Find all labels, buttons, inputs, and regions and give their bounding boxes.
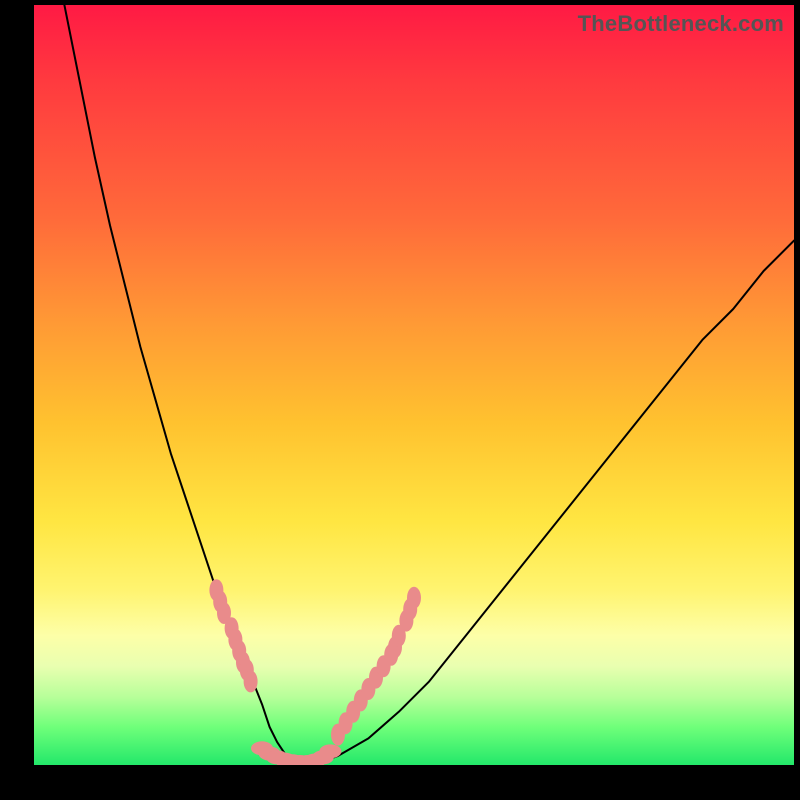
- highlight-dot: [217, 602, 231, 624]
- highlight-dot: [232, 640, 246, 662]
- highlight-dot: [266, 750, 288, 764]
- highlight-dot: [339, 712, 353, 734]
- highlight-dot: [274, 753, 296, 765]
- highlight-dot: [259, 747, 281, 761]
- highlight-dot: [240, 659, 254, 681]
- highlight-dot: [407, 587, 421, 609]
- highlight-dot: [354, 689, 368, 711]
- highlight-dot: [289, 755, 311, 765]
- highlight-dot: [384, 644, 398, 666]
- chart-stage: TheBottleneck.com: [0, 0, 800, 800]
- highlight-dot: [346, 701, 360, 723]
- plot-area: TheBottleneck.com: [34, 5, 794, 765]
- highlight-dot: [236, 651, 250, 673]
- highlight-dot: [377, 655, 391, 677]
- highlight-dot: [369, 667, 383, 689]
- highlight-dot: [312, 750, 334, 764]
- highlight-dot: [225, 617, 239, 639]
- highlight-dot: [331, 724, 345, 746]
- highlight-dot: [403, 598, 417, 620]
- highlight-dot: [304, 753, 326, 765]
- highlight-dot: [228, 629, 242, 651]
- highlight-dot: [297, 755, 319, 765]
- highlight-dot: [281, 754, 303, 765]
- watermark-label: TheBottleneck.com: [578, 11, 784, 37]
- highlight-dot: [209, 579, 223, 601]
- highlight-dot: [388, 636, 402, 658]
- bottleneck-chart: [34, 5, 794, 765]
- highlight-dot: [213, 591, 227, 613]
- highlight-dot: [399, 610, 413, 632]
- bottleneck-curve: [64, 5, 794, 763]
- highlight-dot: [251, 741, 273, 755]
- highlight-dot: [392, 625, 406, 647]
- highlight-dot: [361, 678, 375, 700]
- highlight-dot: [319, 744, 341, 758]
- highlight-dot: [244, 670, 258, 692]
